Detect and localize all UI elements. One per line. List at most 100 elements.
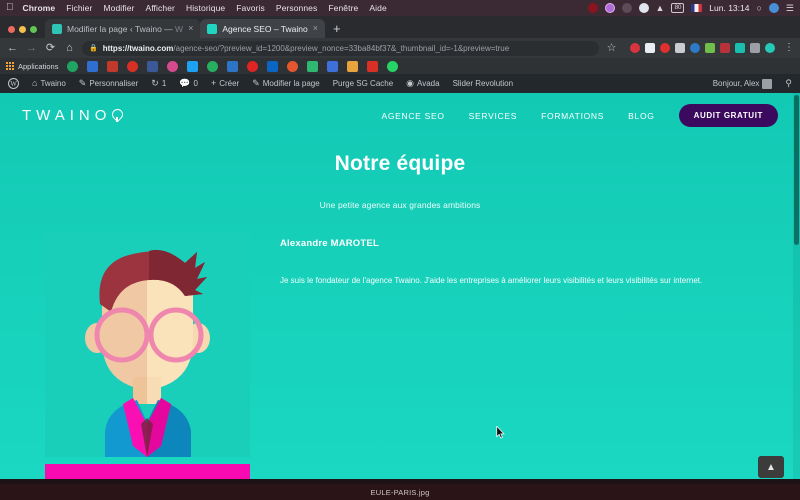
menu-afficher[interactable]: Afficher [145, 3, 174, 13]
admin-updates[interactable]: ↻ 1 [151, 79, 167, 89]
wordpress-menu[interactable]: W [8, 78, 19, 89]
back-button[interactable]: ← [6, 42, 19, 54]
menu-personnes[interactable]: Personnes [276, 3, 318, 13]
admin-purge-cache[interactable]: Purge SG Cache [333, 79, 393, 88]
admin-updates-count: 1 [161, 79, 167, 88]
bookmark-icon-1[interactable] [67, 60, 79, 72]
bookmark-icon-12[interactable] [287, 60, 299, 72]
avatar-illustration-alexandre [45, 232, 250, 457]
extension-icon-7[interactable] [720, 43, 730, 53]
bookmark-star-icon[interactable]: ☆ [605, 42, 618, 54]
control-center-icon[interactable] [768, 3, 779, 13]
admin-site-name[interactable]: ⌂ Twaino [32, 79, 66, 89]
bookmark-icon-facebook[interactable] [147, 60, 159, 72]
site-logo[interactable]: TWAINO [22, 107, 121, 124]
wifi-icon[interactable]: ▲ [656, 3, 665, 13]
cloud-icon[interactable] [638, 3, 649, 13]
recording-icon[interactable] [587, 3, 598, 13]
bookmark-applications[interactable]: Applications [6, 62, 58, 71]
bookmark-icon-linkedin[interactable] [267, 60, 279, 72]
scrollbar-thumb[interactable] [794, 95, 799, 245]
leaf-icon [112, 109, 121, 122]
new-tab-button[interactable]: + [325, 22, 349, 38]
home-icon[interactable]: ⌂ [63, 42, 76, 54]
menu-aide[interactable]: Aide [369, 3, 386, 13]
extension-icon-2[interactable] [645, 43, 655, 53]
admin-comments[interactable]: 💬 0 [179, 79, 198, 89]
bookmark-icon-2[interactable] [87, 60, 99, 72]
bookmark-icon-13[interactable] [307, 60, 319, 72]
bookmark-icon-16[interactable] [367, 60, 379, 72]
screen-share-icon[interactable] [621, 3, 632, 13]
extension-icon-wordpress[interactable] [735, 43, 745, 53]
notification-center-icon[interactable]: ☰ [786, 3, 794, 13]
menu-chrome[interactable]: Chrome [23, 3, 56, 13]
nav-item-blog[interactable]: BLOG [628, 111, 654, 121]
extension-icon-5[interactable] [690, 43, 700, 53]
nav-item-formations[interactable]: FORMATIONS [541, 111, 604, 121]
extension-icon-9[interactable] [750, 43, 760, 53]
page-content: Notre équipe Une petite agence aux grand… [0, 152, 800, 484]
bookmark-icon-15[interactable] [347, 60, 359, 72]
clock[interactable]: Lun. 13:14 [709, 3, 749, 13]
admin-edit-page[interactable]: ✎ Modifier la page [252, 79, 319, 89]
bookmark-icon-8[interactable] [207, 60, 219, 72]
nav-item-agence-seo[interactable]: AGENCE SEO [381, 111, 444, 121]
maximize-window-button[interactable] [30, 26, 37, 33]
team-section: Alexandre MAROTEL Je suis le fondateur d… [22, 232, 778, 457]
bookmark-icon-3[interactable] [107, 60, 119, 72]
bookmark-icon-4[interactable] [127, 60, 139, 72]
apple-icon[interactable]:  [6, 3, 14, 13]
menu-fichier[interactable]: Fichier [66, 3, 92, 13]
search-icon[interactable]: ○ [756, 3, 761, 13]
bookmark-icon-9[interactable] [227, 60, 239, 72]
lock-icon: 🔒 [89, 45, 98, 52]
admin-customize[interactable]: ✎ Personnaliser [79, 79, 138, 89]
kebab-menu-icon[interactable]: ⋮ [781, 43, 794, 53]
tab-agence-seo[interactable]: Agence SEO – Twaino × [200, 19, 325, 38]
tab-modifier-la-page[interactable]: Modifier la page ‹ Twaino — W × [45, 19, 201, 38]
extension-icon-6[interactable] [705, 43, 715, 53]
page-scrollbar[interactable] [793, 93, 800, 484]
admin-slider-revolution[interactable]: Slider Revolution [453, 79, 513, 88]
page-viewport: TWAINO AGENCE SEO SERVICES FORMATIONS BL… [0, 93, 800, 484]
siri-icon[interactable] [604, 3, 615, 13]
french-flag-icon[interactable] [691, 4, 703, 12]
scroll-to-top-button[interactable]: ▲ [758, 456, 784, 478]
window-controls [6, 26, 45, 38]
extension-icon-1[interactable] [630, 43, 640, 53]
profile-avatar[interactable] [765, 43, 775, 53]
address-bar[interactable]: 🔒 https://twaino.com/agence-seo/?preview… [82, 40, 599, 56]
bookmark-icon-instagram[interactable] [167, 60, 179, 72]
audit-gratuit-button[interactable]: AUDIT GRATUIT [678, 104, 778, 127]
close-tab-button[interactable]: × [188, 24, 193, 33]
bookmark-icon-14[interactable] [327, 60, 339, 72]
nav-item-services[interactable]: SERVICES [469, 111, 517, 121]
bookmark-icon-whatsapp[interactable] [387, 60, 399, 72]
reload-icon[interactable]: ⟳ [44, 42, 57, 54]
close-tab-button[interactable]: × [313, 24, 318, 33]
extension-icon-4[interactable] [675, 43, 685, 53]
menu-favoris[interactable]: Favoris [236, 3, 265, 13]
search-icon: ⚲ [785, 78, 792, 88]
menu-historique[interactable]: Historique [186, 3, 225, 13]
chrome-tab-strip: Modifier la page ‹ Twaino — W × Agence S… [0, 16, 800, 38]
avatar [762, 78, 773, 89]
bookmark-icon-twitter[interactable] [187, 60, 199, 72]
admin-search-icon[interactable]: ⚲ [785, 79, 792, 88]
battery-icon: 80 [671, 3, 685, 13]
minimize-window-button[interactable] [19, 26, 26, 33]
admin-avada[interactable]: ◉ Avada [406, 79, 439, 89]
plus-icon: + [210, 78, 217, 88]
forward-button[interactable]: → [25, 42, 38, 54]
tab-favicon [207, 23, 218, 34]
admin-create[interactable]: + Créer [210, 78, 239, 89]
extension-icon-pinterest[interactable] [660, 43, 670, 53]
bookmark-icon-10[interactable] [247, 60, 259, 72]
admin-greeting[interactable]: Bonjour, Alex [713, 78, 773, 89]
menu-modifier[interactable]: Modifier [103, 3, 134, 13]
download-item-file-name[interactable]: EULE-PARIS.jpg [371, 488, 430, 497]
menu-fenetre[interactable]: Fenêtre [328, 3, 358, 13]
close-window-button[interactable] [8, 26, 15, 33]
admin-site-name-label: Twaino [40, 79, 66, 88]
